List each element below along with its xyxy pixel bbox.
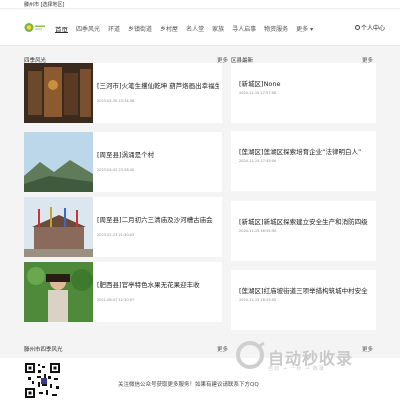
top-bar: 滕州市 [选择地区] — [0, 0, 400, 9]
user-icon — [355, 25, 360, 30]
site-logo[interactable] — [24, 22, 46, 33]
nav-item-celebrities[interactable]: 名人堂 — [186, 24, 204, 33]
nav-item-missing[interactable]: 寻人启事 — [232, 24, 256, 33]
card-title: [肥西县]官亭特色水果无花果迎丰收 — [97, 281, 200, 289]
list-item[interactable]: [周至县]涡涌是个村 2023-04-02 23:28:40 — [24, 132, 222, 192]
chevron-down-icon: ▾ — [310, 26, 314, 33]
wechat-qr-code — [24, 362, 64, 400]
list-item[interactable]: [莲湖区]莲湖区探索培育企业“法律明白人” 2024-11-15 17:45:0… — [231, 131, 376, 191]
card-title: [新城区]新城区探索建立安全生产和消防四级 — [239, 218, 368, 226]
section-title-local-scenery: 滕州市四季风光 — [24, 347, 63, 353]
list-item[interactable]: [周至县]二月初六三清庙及沙河槽古庙会 2023-02-23 21:50:03 — [24, 197, 222, 257]
nav-more-label: 更多 — [296, 26, 309, 33]
list-item[interactable]: [三河市]火笔生攫仙乾坤 葫芦烙画出幸福生 2023-04-30 15:34:0… — [24, 63, 222, 123]
nav-item-home[interactable]: 首页 — [55, 24, 68, 34]
card-date: 2024-11-15 16:55:00 — [239, 229, 277, 233]
nav-item-loop[interactable]: 环道 — [108, 24, 120, 33]
card-title: [新城区]None — [239, 80, 281, 88]
thumbnail-image — [24, 262, 93, 322]
card-title: [莲湖区]红庙坡街道三项举措构筑城中村安全 — [239, 287, 368, 295]
card-date: 2024-11-15 17:45:00 — [239, 159, 277, 163]
list-item[interactable]: [莲湖区]红庙坡街道三项举措构筑城中村安全 2024-11-15 16:25:0… — [231, 270, 376, 330]
card-title: [三河市]火笔生攫仙乾坤 葫芦烙画出幸福生 — [97, 82, 219, 90]
city-switch-link[interactable]: 滕州市 [选择地区] — [24, 1, 65, 8]
card-date: 2024-11-15 17:57:08 — [239, 91, 277, 95]
thumbnail-image — [24, 63, 93, 123]
thumbnail-image — [24, 132, 93, 192]
card-title: [周至县]涡涌是个村 — [97, 151, 155, 159]
card-date: 2023-04-02 23:28:40 — [97, 168, 135, 172]
card-date: 2023-04-30 15:34:08 — [97, 99, 135, 103]
footer-notice: 关注微信公众号获取更多服务！如果有建议请联系下方QQ — [118, 382, 259, 388]
list-item[interactable]: [肥西县]官亭特色水果无花果迎丰收 2021-08-07 12:30:07 — [24, 262, 222, 322]
card-date: 2021-08-07 12:30:07 — [97, 298, 135, 302]
card-title: [周至县]二月初六三清庙及沙河槽古庙会 — [97, 216, 213, 224]
thumbnail-image — [24, 197, 93, 257]
nav-item-towns[interactable]: 乡镇街道 — [128, 24, 152, 33]
card-date: 2024-11-15 16:25:00 — [239, 298, 277, 302]
list-item[interactable]: [新城区]None 2024-11-15 17:57:08 — [231, 63, 376, 123]
personal-center-label: 个人中心 — [361, 25, 386, 32]
nav-item-more[interactable]: 更多 ▾ — [296, 24, 313, 33]
nav-menu: 首页 四季风光 环道 乡镇街道 乡村屋 名人堂 家族 寻人启事 物资服务 更多 … — [55, 24, 321, 34]
nav-item-family[interactable]: 家族 — [212, 24, 224, 33]
main-nav: 首页 四季风光 环道 乡镇街道 乡村屋 名人堂 家族 寻人启事 物资服务 更多 … — [0, 9, 400, 46]
list-item[interactable]: [新城区]新城区探索建立安全生产和消防四级 2024-11-15 16:55:0… — [231, 201, 376, 261]
card-date: 2023-02-23 21:50:03 — [97, 233, 135, 237]
card-title: [莲湖区]莲湖区探索培育企业“法律明白人” — [239, 148, 362, 156]
nav-item-services[interactable]: 物资服务 — [264, 24, 288, 33]
local-scenery-more-link[interactable]: 更多 — [217, 345, 228, 353]
personal-center-link[interactable]: 个人中心 — [355, 23, 385, 32]
nav-item-village[interactable]: 乡村屋 — [160, 24, 178, 33]
nav-item-scenery[interactable]: 四季风光 — [76, 24, 100, 33]
watermark-subtext: 自动 → 一秒 → 收录 — [268, 366, 325, 372]
